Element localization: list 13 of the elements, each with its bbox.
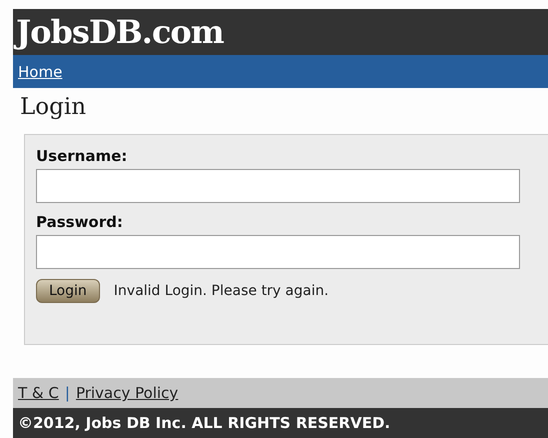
page-title: Login — [20, 94, 88, 122]
input-field[interactable] — [36, 235, 520, 269]
login-button[interactable]: Login — [36, 279, 100, 303]
input-field[interactable] — [36, 169, 520, 203]
site-logo: JobsDB.com — [16, 13, 224, 51]
home-link[interactable]: Home — [18, 62, 62, 80]
error-message: Invalid Login. Please try again. — [114, 283, 329, 299]
privacy-link[interactable]: Privacy Policy — [76, 384, 178, 402]
copyright-text: ©2012, Jobs DB Inc. ALL RIGHTS RESERVED. — [13, 408, 548, 438]
field-label: Username: — [36, 147, 128, 165]
terms-link[interactable]: T & C — [18, 384, 59, 402]
field-label: Password: — [36, 213, 124, 231]
link-separator: | — [64, 384, 70, 402]
